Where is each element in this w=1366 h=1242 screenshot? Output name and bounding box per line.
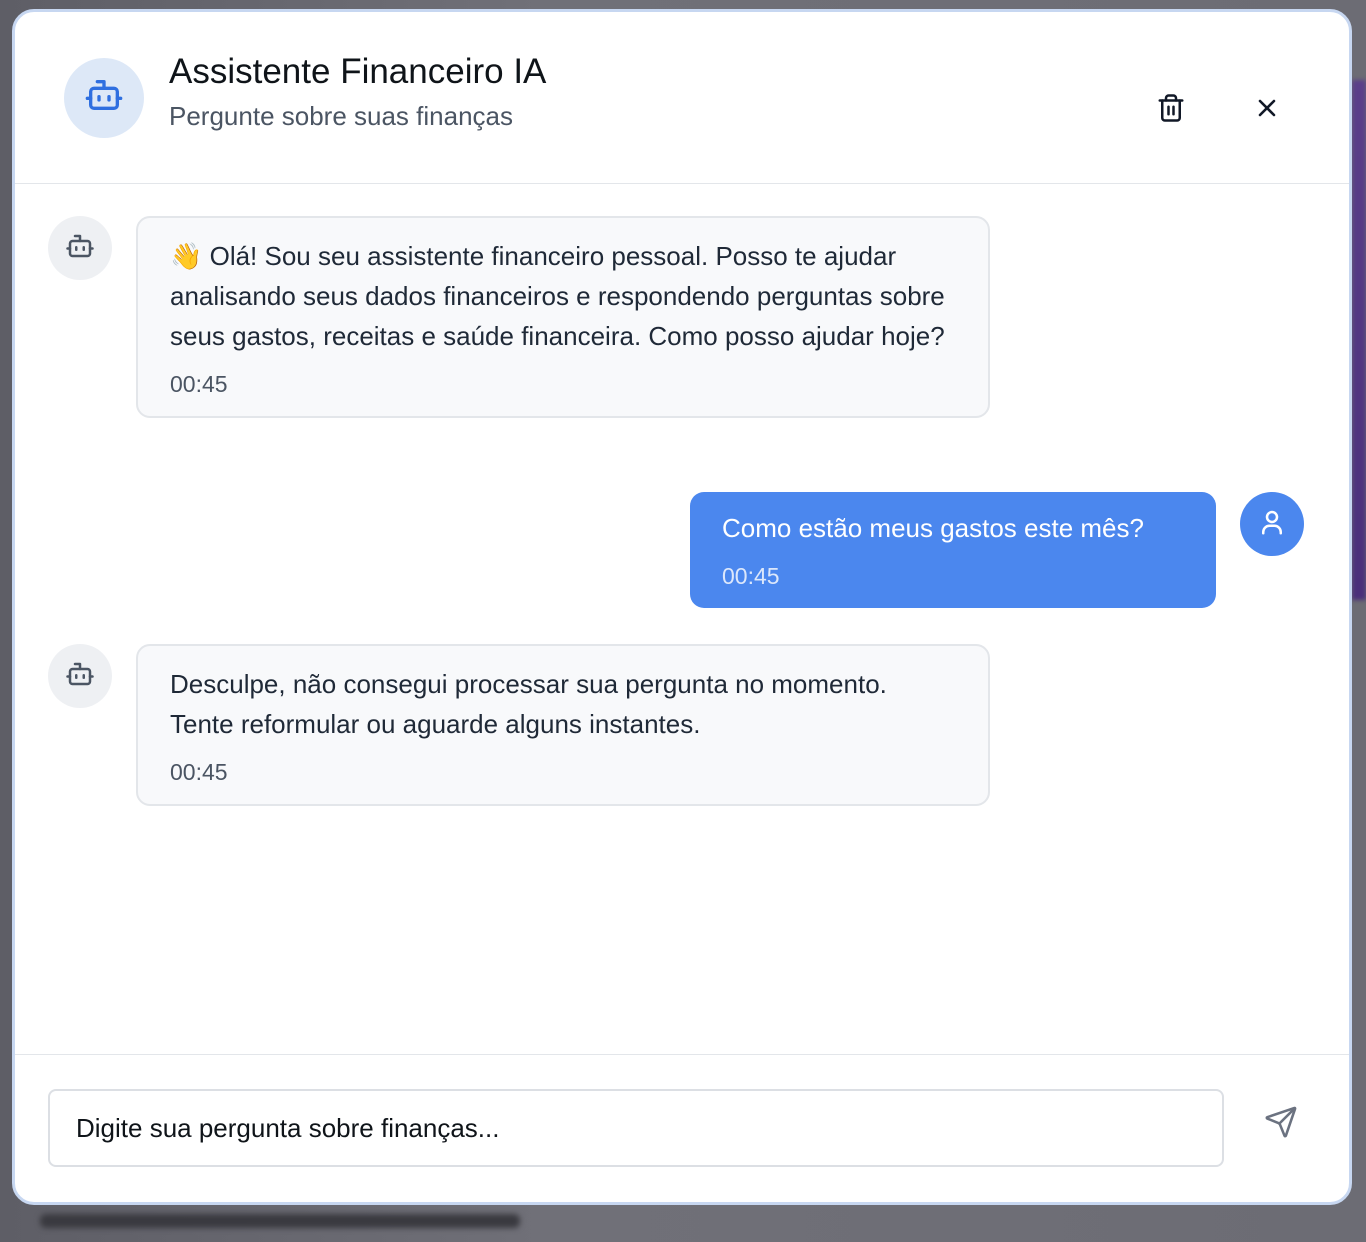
assistant-avatar bbox=[64, 57, 144, 138]
header-actions bbox=[1149, 88, 1289, 132]
message-time: 00:45 bbox=[170, 759, 228, 785]
backdrop-blur bbox=[40, 1214, 520, 1228]
message-text: Desculpe, não consegui processar sua per… bbox=[170, 669, 887, 739]
composer bbox=[15, 1054, 1349, 1202]
message-list[interactable]: 👋 Olá! Sou seu assistente financeiro pes… bbox=[15, 184, 1349, 1054]
header-text: Assistente Financeiro IA Pergunte sobre … bbox=[169, 50, 546, 134]
bot-icon bbox=[84, 75, 124, 120]
send-icon bbox=[1264, 1105, 1298, 1144]
user-message-avatar bbox=[1240, 492, 1304, 556]
message-time: 00:45 bbox=[170, 371, 228, 397]
message-input[interactable] bbox=[48, 1089, 1224, 1167]
close-icon bbox=[1253, 94, 1281, 127]
chat-title: Assistente Financeiro IA bbox=[169, 51, 547, 91]
send-button[interactable] bbox=[1259, 1102, 1303, 1146]
chat-header: Assistente Financeiro IA Pergunte sobre … bbox=[15, 12, 1349, 184]
message-bubble: Como estão meus gastos este mês? 00:45 bbox=[690, 492, 1216, 608]
bot-icon bbox=[65, 231, 95, 266]
message-bubble: 👋 Olá! Sou seu assistente financeiro pes… bbox=[136, 216, 990, 418]
trash-icon bbox=[1156, 92, 1186, 129]
message-assistant: 👋 Olá! Sou seu assistente financeiro pes… bbox=[48, 216, 990, 418]
message-user: Como estão meus gastos este mês? 00:45 bbox=[690, 492, 1304, 608]
close-button[interactable] bbox=[1245, 88, 1289, 132]
assistant-message-avatar bbox=[48, 644, 112, 708]
message-bubble: Desculpe, não consegui processar sua per… bbox=[136, 644, 990, 806]
message-assistant: Desculpe, não consegui processar sua per… bbox=[48, 644, 990, 806]
clear-chat-button[interactable] bbox=[1149, 88, 1193, 132]
chat-subtitle: Pergunte sobre suas finanças bbox=[169, 100, 513, 131]
assistant-message-avatar bbox=[48, 216, 112, 280]
bot-icon bbox=[65, 659, 95, 694]
message-text: Como estão meus gastos este mês? bbox=[722, 513, 1144, 543]
backdrop-edge bbox=[1352, 80, 1366, 600]
message-time: 00:45 bbox=[722, 563, 780, 589]
message-text: 👋 Olá! Sou seu assistente financeiro pes… bbox=[170, 241, 945, 351]
user-icon bbox=[1257, 507, 1287, 542]
chat-modal: Assistente Financeiro IA Pergunte sobre … bbox=[12, 9, 1352, 1205]
